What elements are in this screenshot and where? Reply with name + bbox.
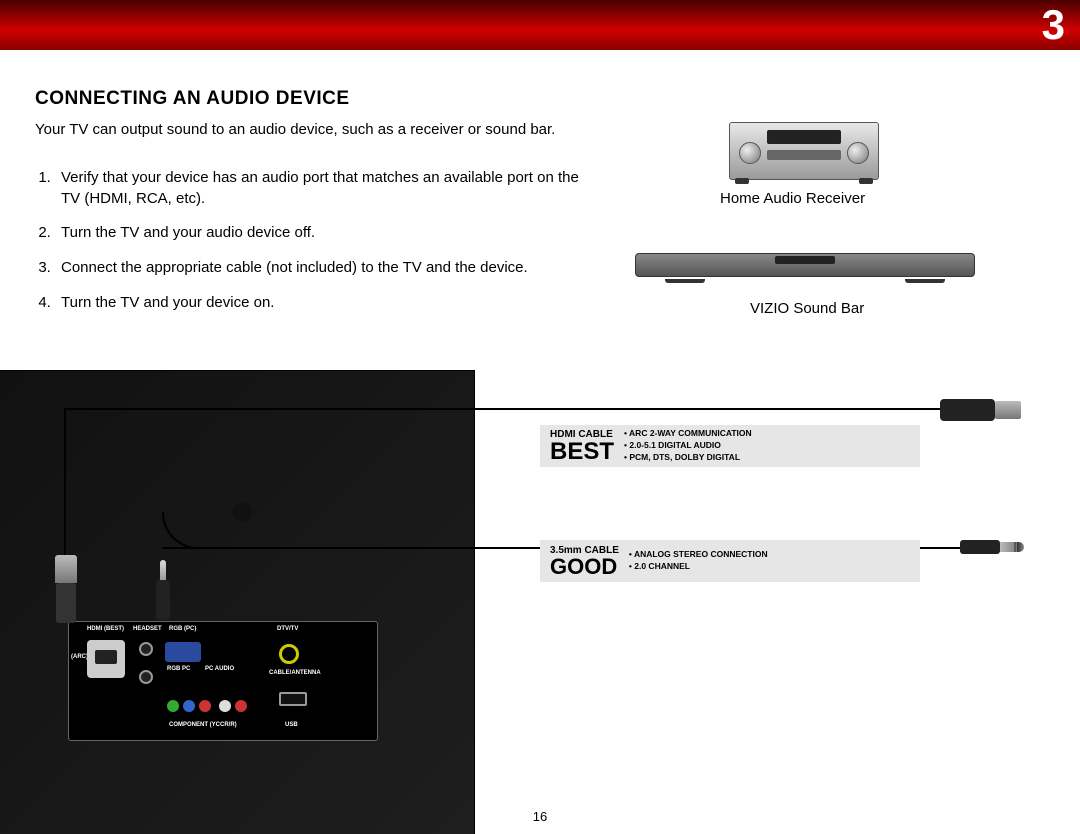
aux-info-box: 3.5mm CABLE GOOD ANALOG STEREO CONNECTIO… (540, 540, 920, 582)
port-panel: HDMI (BEST) (ARC) HEADSET RGB (PC) DTV/T… (68, 621, 378, 741)
rca-r-icon (235, 700, 247, 712)
port-label-hdmi: HDMI (BEST) (87, 626, 124, 632)
hdmi-connector-tv-icon (55, 555, 77, 630)
receiver-illustration (729, 112, 879, 180)
headset-jack-icon (139, 642, 153, 656)
port-label-usb: USB (285, 722, 298, 728)
soundbar-illustration (635, 245, 975, 283)
page-number: 16 (533, 809, 547, 824)
coax-port-icon (279, 644, 299, 664)
aux-connector-device-icon (960, 535, 1030, 559)
rca-l-icon (219, 700, 231, 712)
aux-feature: 2.0 CHANNEL (629, 561, 768, 573)
rca-y-icon (167, 700, 179, 712)
chapter-number: 3 (1042, 0, 1065, 50)
intro-paragraph: Your TV can output sound to an audio dev… (35, 120, 565, 140)
instruction-list: Verify that your device has an audio por… (55, 168, 585, 327)
port-label-arc: (ARC) (71, 654, 88, 660)
soundbar-label: VIZIO Sound Bar (750, 300, 864, 317)
hdmi-feature: 2.0-5.1 DIGITAL AUDIO (624, 440, 752, 452)
rca-pb-icon (183, 700, 195, 712)
chapter-header-bar: 3 (0, 0, 1080, 50)
hdmi-cable-wire-v (64, 408, 66, 558)
hdmi-feature: PCM, DTS, DOLBY DIGITAL (624, 452, 752, 464)
port-label-pcaudio: PC AUDIO (205, 666, 234, 672)
port-label-component: COMPONENT (YCCR/R) (169, 722, 237, 728)
aux-feature-list: ANALOG STEREO CONNECTION 2.0 CHANNEL (629, 545, 778, 577)
section-heading: CONNECTING AN AUDIO DEVICE (35, 88, 350, 110)
port-label-cable: CABLE/ANTENNA (269, 670, 321, 676)
hdmi-feature-list: ARC 2-WAY COMMUNICATION 2.0-5.1 DIGITAL … (624, 424, 762, 468)
hdmi-info-box: HDMI CABLE BEST ARC 2-WAY COMMUNICATION … (540, 425, 920, 467)
usb-port-icon (279, 692, 307, 706)
hdmi-feature: ARC 2-WAY COMMUNICATION (624, 428, 752, 440)
aux-rating: GOOD (550, 556, 619, 578)
port-label-dtv: DTV/TV (277, 626, 298, 632)
step-3: Connect the appropriate cable (not inclu… (55, 258, 585, 279)
rca-pr-icon (199, 700, 211, 712)
aux-jack-icon (139, 670, 153, 684)
vga-port-icon (165, 642, 201, 662)
step-2: Turn the TV and your audio device off. (55, 223, 585, 244)
hdmi-connector-device-icon (940, 395, 1030, 425)
manual-page: 3 CONNECTING AN AUDIO DEVICE Your TV can… (0, 0, 1080, 834)
port-label-rgb: RGB (PC) (169, 626, 196, 632)
hdmi-cable-wire (64, 408, 940, 410)
receiver-label: Home Audio Receiver (720, 190, 865, 207)
step-4: Turn the TV and your device on. (55, 293, 585, 314)
hdmi-port-icon (87, 640, 125, 678)
aux-connector-tv-icon (156, 560, 170, 630)
step-1: Verify that your device has an audio por… (55, 168, 585, 209)
hdmi-rating: BEST (550, 440, 614, 464)
port-label-rgbpc: RGB PC (167, 666, 190, 672)
aux-cable-ferrite-icon (232, 502, 252, 522)
aux-feature: ANALOG STEREO CONNECTION (629, 549, 768, 561)
